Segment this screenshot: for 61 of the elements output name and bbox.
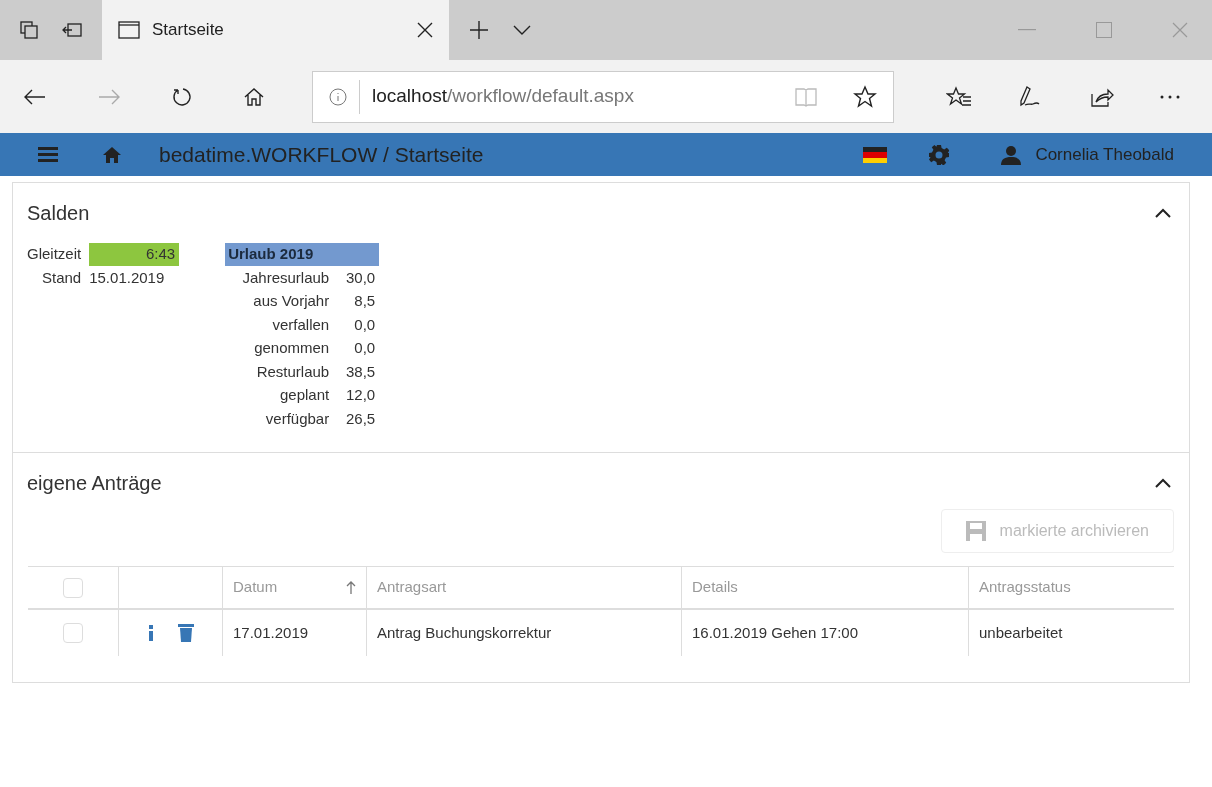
vacation-label: verfügbar <box>264 408 330 429</box>
section-title: Salden <box>27 201 90 226</box>
balance-date: 15.01.2019 <box>89 267 166 288</box>
column-header[interactable]: Antragsart <box>377 576 447 599</box>
browser-tab[interactable]: Startseite <box>102 0 449 60</box>
german-flag-icon[interactable] <box>863 146 888 163</box>
vacation-value: 8,5 <box>353 291 376 311</box>
column-header[interactable]: Datum <box>233 576 278 599</box>
close-tab-icon[interactable] <box>417 22 433 38</box>
menu-icon[interactable] <box>38 147 58 162</box>
chevron-up-icon[interactable] <box>1155 208 1171 218</box>
tab-preview-icon[interactable] <box>20 21 38 39</box>
url-path: /workflow/default.aspx <box>447 85 634 107</box>
vacation-label: Resturlaub <box>255 361 330 382</box>
vacation-value: 38,5 <box>345 361 376 382</box>
trash-icon[interactable] <box>177 624 194 642</box>
vacation-heading: Urlaub 2019 <box>225 243 380 266</box>
table-cell-text: Antrag Buchungskorrektur <box>377 622 552 643</box>
more-icon[interactable] <box>1160 94 1180 99</box>
checkbox[interactable] <box>63 577 83 598</box>
settings-icon[interactable] <box>929 144 950 165</box>
sort-arrow-icon[interactable] <box>346 579 356 596</box>
back-icon[interactable] <box>24 88 46 105</box>
vacation-value: 12,0 <box>345 385 376 405</box>
app-title: bedatime.WORKFLOW / Startseite <box>159 141 484 168</box>
favorites-list-icon[interactable] <box>946 85 972 108</box>
vacation-label: aus Vorjahr <box>252 291 330 311</box>
vacation-label: geplant <box>278 385 330 405</box>
balance-label: Gleitzeit <box>27 244 82 264</box>
vacation-value: 26,5 <box>345 408 376 429</box>
home-icon[interactable] <box>244 86 264 107</box>
section-title: eigene Anträge <box>27 471 162 496</box>
tabs-aside-icon[interactable] <box>62 22 82 38</box>
user-name[interactable]: Cornelia Theobald <box>1035 141 1174 168</box>
new-tab-icon[interactable] <box>469 20 489 40</box>
table-cell-text: 17.01.2019 <box>233 622 309 643</box>
vacation-value: 30,0 <box>345 267 376 288</box>
vacation-label: verfallen <box>271 314 330 335</box>
window-icon <box>118 21 140 39</box>
chevron-up-icon[interactable] <box>1155 478 1171 488</box>
checkbox[interactable] <box>63 623 83 643</box>
column-header[interactable]: Details <box>692 576 738 599</box>
vacation-label: genommen <box>253 338 330 358</box>
vacation-label: Jahresurlaub <box>241 267 330 288</box>
tab-title: Startseite <box>152 19 225 42</box>
table-cell-text: unbearbeitet <box>979 622 1063 643</box>
star-icon[interactable] <box>853 84 877 109</box>
refresh-icon[interactable] <box>172 86 192 107</box>
info-icon[interactable] <box>329 87 347 106</box>
column-header[interactable]: Antragsstatus <box>979 576 1071 599</box>
vacation-value: 0,0 <box>353 314 376 335</box>
balance-value: 6:43 <box>89 243 180 266</box>
balance-label: Stand <box>41 267 82 288</box>
save-icon <box>965 521 986 541</box>
address-bar[interactable]: localhost/workflow/default.aspx <box>312 70 894 123</box>
user-icon[interactable] <box>1001 144 1022 165</box>
chevron-down-icon[interactable] <box>513 25 531 35</box>
vacation-value: 0,0 <box>353 338 376 358</box>
info-icon[interactable] <box>147 625 154 641</box>
url-host: localhost <box>372 85 447 107</box>
table-cell-text: 16.01.2019 Gehen 17:00 <box>692 622 858 643</box>
